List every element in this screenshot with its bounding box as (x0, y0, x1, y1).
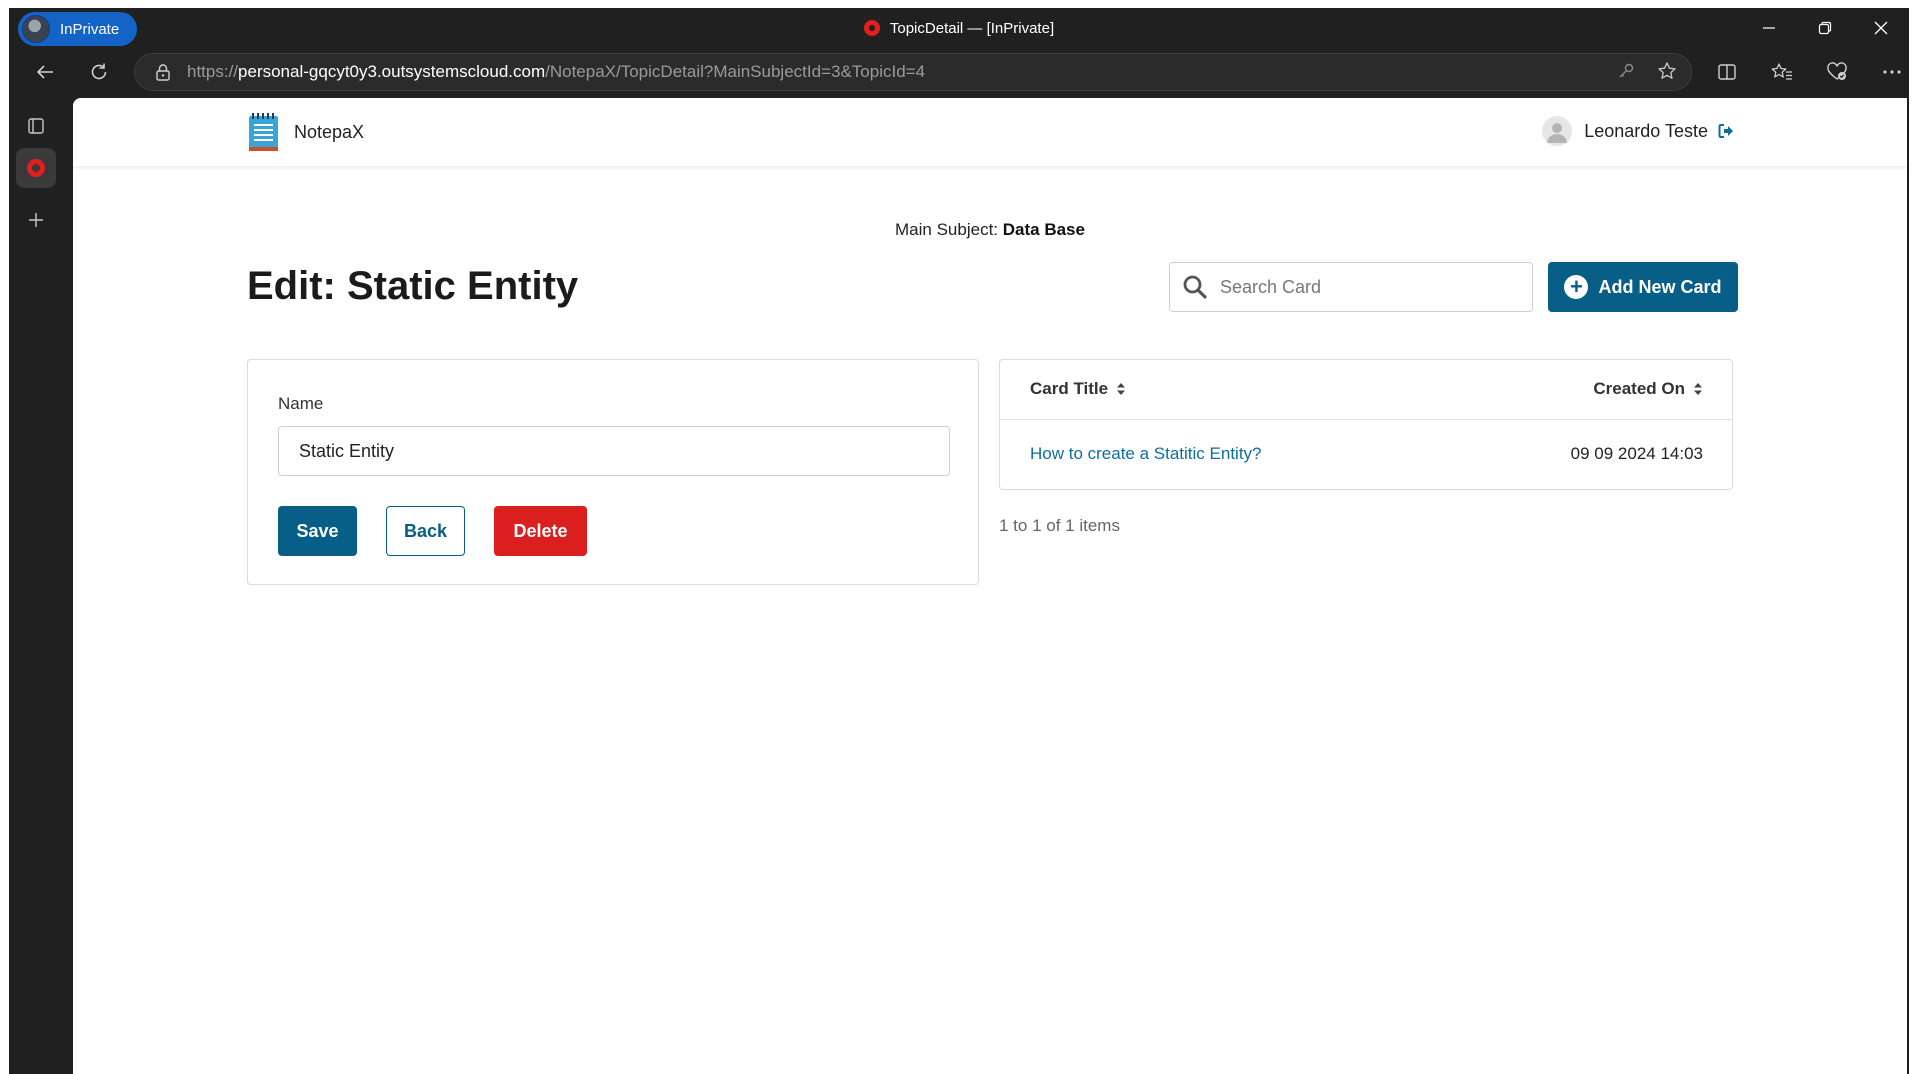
address-bar-actions (1617, 54, 1677, 92)
card-title-link[interactable]: How to create a Statitic Entity? (1030, 444, 1262, 464)
title-bar: InPrivate TopicDetail — [InPrivate] (9, 8, 1909, 48)
arrow-left-icon (36, 65, 53, 79)
heart-shield-icon (1826, 62, 1847, 80)
refresh-button[interactable] (81, 54, 117, 90)
sort-icon (1116, 382, 1126, 396)
browser-essentials-button[interactable] (1809, 54, 1864, 90)
split-screen-button[interactable] (1699, 54, 1754, 90)
window-controls (1741, 8, 1909, 48)
url-path: /NotepaX/TopicDetail?MainSubjectId=3&Top… (545, 62, 926, 81)
restore-icon (1818, 21, 1832, 35)
user-silhouette-icon (1547, 123, 1568, 143)
page-title: Edit: Static Entity (247, 264, 579, 308)
refresh-icon (91, 63, 107, 80)
plus-icon (29, 213, 43, 227)
column-header-card-title[interactable]: Card Title (1030, 379, 1126, 399)
main-subject-value: Data Base (1002, 220, 1085, 239)
main-subject-label: Main Subject: (895, 220, 999, 239)
inprivate-label: InPrivate (60, 20, 120, 38)
plus-circle-icon: + (1564, 275, 1589, 299)
app-brand[interactable]: NotepaX (248, 112, 364, 152)
browser-toolbar (1699, 54, 1917, 90)
back-nav-button[interactable] (27, 54, 63, 90)
more-horizontal-icon (1882, 70, 1901, 74)
navigation-bar: https://personal-gqcyt0y3.outsystemsclou… (9, 48, 1909, 96)
notepad-logo-icon (249, 113, 278, 151)
tab-actions-icon (28, 118, 44, 134)
edit-topic-form: Name Save Back Delete (247, 359, 979, 585)
save-button[interactable]: Save (278, 506, 357, 556)
user-name: Leonardo Teste (1584, 120, 1708, 141)
address-bar[interactable]: https://personal-gqcyt0y3.outsystemsclou… (134, 53, 1692, 91)
table-row: How to create a Statitic Entity? 09 09 2… (1000, 420, 1732, 490)
close-icon (1874, 21, 1888, 35)
key-icon (1619, 63, 1634, 77)
close-window-button[interactable] (1853, 8, 1909, 48)
minimize-button[interactable] (1741, 8, 1797, 48)
user-info: Leonardo Teste (1542, 116, 1734, 146)
settings-more-button[interactable] (1864, 54, 1917, 90)
card-created-on: 09 09 2024 14:03 (1570, 444, 1703, 463)
search-card-box[interactable] (1169, 262, 1533, 312)
tab-favicon-icon (863, 20, 880, 36)
logout-icon (1718, 124, 1733, 138)
url-host: personal-gqcyt0y3.outsystemscloud.com (238, 62, 546, 81)
search-card-input[interactable] (1220, 276, 1500, 298)
main-subject: Main Subject: Data Base (73, 220, 1907, 240)
column-header-created-on[interactable]: Created On (1593, 379, 1703, 399)
site-info-button[interactable] (155, 63, 171, 81)
split-screen-icon (1717, 64, 1736, 80)
tab-favicon-icon (27, 159, 45, 177)
profile-avatar-icon (22, 15, 50, 43)
browser-window: InPrivate TopicDetail — [InPrivate] http… (9, 8, 1909, 1074)
cards-table: Card Title Created On How to create a St… (999, 359, 1733, 490)
favorites-list-icon (1771, 63, 1792, 80)
lock-icon (156, 64, 170, 81)
inprivate-badge[interactable]: InPrivate (18, 12, 137, 46)
app-header: NotepaX Leonardo Teste (73, 98, 1907, 166)
minimize-icon (1763, 27, 1775, 29)
new-tab-button[interactable] (16, 200, 56, 240)
password-key-button[interactable] (1617, 62, 1635, 85)
logout-button[interactable] (1718, 123, 1734, 139)
tab-actions-button[interactable] (16, 106, 56, 146)
name-field-label: Name (278, 394, 324, 413)
tab-title: TopicDetail — [InPrivate] (889, 19, 1055, 37)
add-new-card-button[interactable]: + Add New Card (1548, 262, 1738, 312)
add-new-card-label: Add New Card (1598, 276, 1722, 297)
restore-button[interactable] (1797, 8, 1853, 48)
app-name: NotepaX (294, 121, 365, 142)
url-prefix: https:// (187, 62, 239, 81)
favorite-star-button[interactable] (1657, 61, 1677, 86)
back-button[interactable]: Back (386, 506, 465, 556)
column-header-label: Created On (1593, 379, 1685, 398)
delete-button[interactable]: Delete (494, 506, 587, 556)
user-avatar[interactable] (1542, 116, 1573, 146)
url-text[interactable]: https://personal-gqcyt0y3.outsystemsclou… (187, 62, 925, 82)
table-header-row: Card Title Created On (1000, 360, 1732, 420)
pagination-info: 1 to 1 of 1 items (999, 516, 1120, 535)
column-header-label: Card Title (1030, 379, 1109, 398)
window-title: TopicDetail — [InPrivate] (9, 8, 1909, 48)
search-icon (1182, 274, 1208, 300)
sort-icon (1693, 382, 1703, 396)
star-outline-icon (1658, 61, 1676, 79)
vertical-tabs-sidebar (9, 96, 73, 1074)
page-viewport: NotepaX Leonardo Teste Main Subject: Dat… (73, 98, 1907, 1074)
tab-topic-detail[interactable] (16, 148, 56, 188)
name-input[interactable] (278, 426, 950, 476)
favorites-button[interactable] (1754, 54, 1809, 90)
